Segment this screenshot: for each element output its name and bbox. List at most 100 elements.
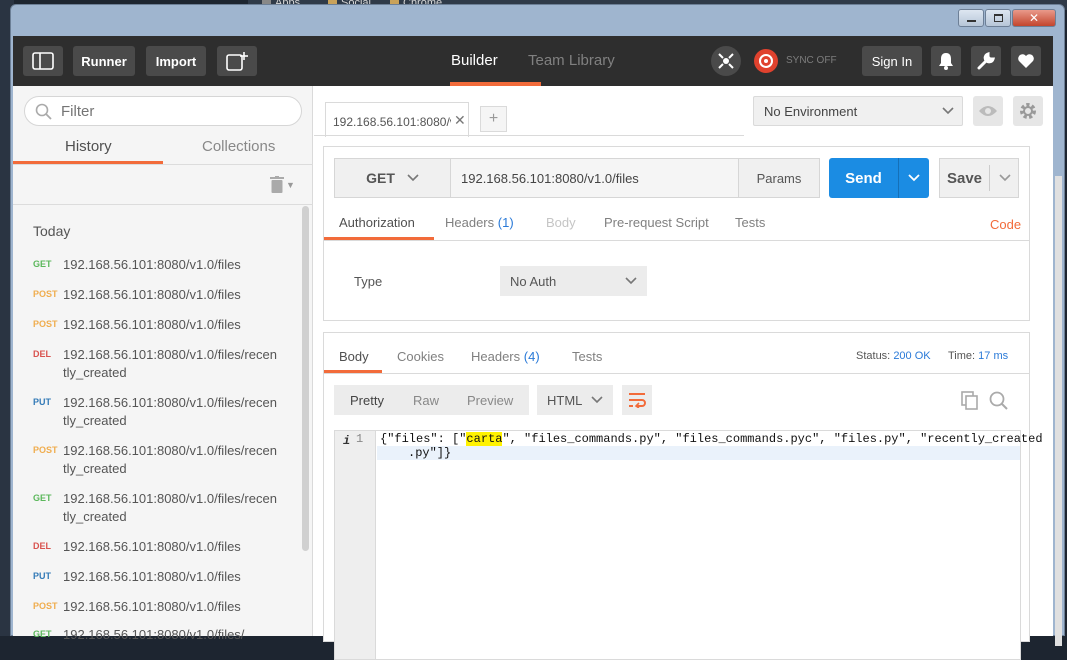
history-group-label: Today	[33, 223, 71, 239]
favorites-button[interactable]	[1011, 46, 1041, 76]
tab-team-library[interactable]: Team Library	[528, 52, 615, 69]
heart-icon	[1018, 54, 1034, 68]
tab-cookies[interactable]: Cookies	[397, 349, 444, 364]
url-input[interactable]: 192.168.56.101:8080/v1.0/files	[450, 158, 739, 198]
history-url: 192.168.56.101:8080/v1.0/files	[63, 539, 241, 554]
history-method-badge: POST	[33, 601, 58, 611]
import-button[interactable]: Import	[146, 46, 206, 76]
history-method-badge: POST	[33, 289, 58, 299]
format-select[interactable]: HTML	[537, 385, 613, 415]
request-tab-label: 192.168.56.101:8080/v	[333, 115, 451, 129]
toggle-sidebar-button[interactable]	[23, 46, 63, 76]
delete-history-button[interactable]: ▼	[270, 176, 295, 193]
bell-icon	[939, 53, 953, 70]
history-method-badge: DEL	[33, 349, 51, 359]
code-link[interactable]: Code	[990, 217, 1021, 232]
tab-tests[interactable]: Tests	[735, 215, 765, 230]
window-controls: ✕	[958, 9, 1056, 27]
auth-type-value: No Auth	[510, 273, 557, 289]
method-value: GET	[366, 170, 395, 186]
close-tab-icon[interactable]: ✕	[454, 112, 466, 129]
active-line-highlight	[377, 446, 1020, 460]
chevron-down-icon: ▼	[286, 179, 295, 190]
filter-box[interactable]	[24, 96, 302, 126]
tab-pre-request-script[interactable]: Pre-request Script	[604, 215, 709, 230]
tab-authorization[interactable]: Authorization	[339, 215, 415, 230]
interceptor-button[interactable]	[711, 46, 741, 76]
settings-button[interactable]	[971, 46, 1001, 76]
history-method-badge: PUT	[33, 571, 51, 581]
history-url: 192.168.56.101:8080/v1.0/files	[63, 569, 241, 584]
view-preview[interactable]: Preview	[467, 393, 513, 408]
history-method-badge: GET	[33, 259, 52, 269]
maximize-icon	[993, 14, 1003, 22]
view-mode-toggle: Pretty Raw Preview	[334, 385, 529, 415]
request-tab[interactable]: 192.168.56.101:8080/v ✕	[325, 102, 469, 137]
history-method-badge: GET	[33, 493, 52, 503]
tab-builder[interactable]: Builder	[451, 52, 498, 69]
history-url: 192.168.56.101:8080/v1.0/files/recently_…	[63, 395, 277, 428]
send-button[interactable]: Send	[829, 158, 898, 198]
history-url: 192.168.56.101:8080/v1.0/files	[63, 317, 241, 332]
tab-collections[interactable]: Collections	[202, 138, 275, 155]
search-icon	[989, 391, 1008, 410]
history-method-badge: POST	[33, 445, 58, 455]
status-label: Status:	[856, 350, 891, 362]
response-body-editor[interactable]: i 1 {"files": ["carta", "files_commands.…	[334, 430, 1043, 660]
tab-response-headers[interactable]: Headers (4)	[471, 349, 540, 364]
quick-look-button[interactable]	[973, 96, 1003, 126]
copy-button[interactable]	[961, 391, 979, 413]
send-options-button[interactable]	[899, 158, 929, 198]
trash-icon	[270, 176, 284, 193]
auth-type-select[interactable]: No Auth	[500, 266, 647, 296]
tab-body: Body	[546, 215, 576, 230]
sync-status-button[interactable]	[751, 46, 781, 76]
code-text-before: {"files": ["	[380, 432, 467, 446]
sync-off-icon	[754, 49, 778, 73]
environment-select[interactable]: No Environment	[753, 96, 963, 126]
save-button[interactable]: Save	[940, 159, 989, 197]
close-window-button[interactable]: ✕	[1012, 9, 1056, 27]
minimize-button[interactable]	[958, 9, 984, 27]
new-window-icon	[226, 52, 248, 71]
tab-history[interactable]: History	[65, 138, 112, 155]
line-number: 1	[356, 432, 364, 446]
tab-response-tests[interactable]: Tests	[572, 349, 602, 364]
chevron-down-icon	[625, 277, 637, 285]
time-label: Time:	[948, 350, 976, 362]
time-value: 17 ms	[978, 350, 1009, 362]
manage-environments-button[interactable]	[1013, 96, 1043, 126]
tab-headers-label: Headers	[445, 215, 495, 230]
chevron-down-icon	[407, 174, 419, 182]
eye-icon	[979, 106, 997, 116]
new-window-button[interactable]	[217, 46, 257, 76]
gear-icon	[1020, 103, 1036, 119]
add-tab-button[interactable]: +	[480, 106, 507, 132]
save-options-button[interactable]	[990, 159, 1019, 197]
history-url: 192.168.56.101:8080/v1.0/files	[63, 257, 241, 272]
code-line-1-wrap: .py"]}	[408, 446, 452, 460]
code-search-highlight: carta	[466, 432, 503, 446]
search-response-button[interactable]	[989, 391, 1008, 413]
view-raw[interactable]: Raw	[413, 393, 439, 408]
search-icon	[35, 103, 52, 120]
notifications-button[interactable]	[931, 46, 961, 76]
maximize-button[interactable]	[985, 9, 1011, 27]
tab-response-headers-count: (4)	[523, 349, 540, 364]
view-pretty[interactable]: Pretty	[350, 393, 384, 408]
format-value: HTML	[547, 392, 583, 408]
wrap-lines-button[interactable]	[622, 385, 652, 415]
wrench-icon	[977, 52, 995, 70]
sidebar-icon	[32, 52, 54, 70]
params-button[interactable]: Params	[738, 158, 820, 198]
sign-in-button[interactable]: Sign In	[862, 46, 922, 76]
tab-headers[interactable]: Headers (1)	[445, 215, 514, 230]
filter-input[interactable]	[61, 103, 291, 120]
main-scrollbar[interactable]	[1055, 176, 1062, 646]
response-panel: Body Cookies Headers (4) Tests Status: 2…	[323, 332, 1043, 660]
tab-response-body[interactable]: Body	[339, 349, 369, 364]
runner-button[interactable]: Runner	[73, 46, 135, 76]
method-select[interactable]: GET	[334, 158, 451, 198]
auth-type-label: Type	[354, 274, 383, 289]
sidebar-scrollbar[interactable]	[302, 206, 309, 551]
